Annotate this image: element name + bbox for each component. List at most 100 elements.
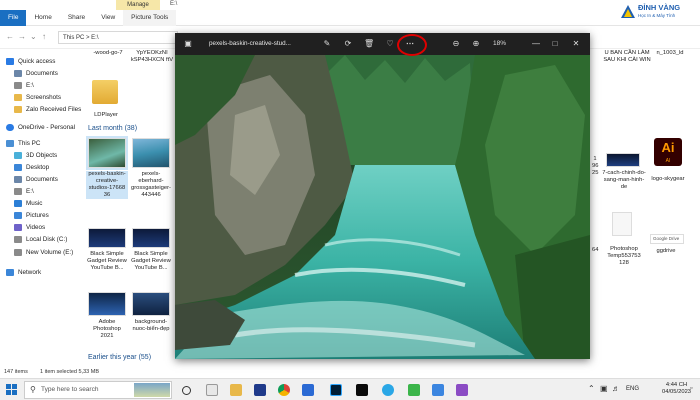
network-tray-icon[interactable]: ▣	[600, 384, 608, 393]
sidebar-item-screenshots[interactable]: Screenshots	[14, 92, 61, 103]
file-icon[interactable]	[612, 212, 632, 236]
chevron-up-icon[interactable]: ⌃	[588, 384, 595, 393]
favorite-heart-icon[interactable]: ♡	[385, 39, 395, 49]
app-icon[interactable]	[382, 384, 394, 396]
file-caption[interactable]: YpYEOKzNI kSP43HXCN ftV	[130, 50, 174, 64]
app-icon[interactable]	[456, 384, 468, 396]
forward-arrow-icon[interactable]: →	[18, 32, 26, 41]
sidebar-item-pictures[interactable]: Pictures	[14, 210, 49, 221]
logo-name: ĐỈNH VÀNG	[638, 3, 681, 12]
group-header-last-month[interactable]: Last month (38)	[88, 125, 137, 132]
minimize-icon[interactable]: —	[531, 39, 541, 49]
sidebar-item-desktop[interactable]: Desktop	[14, 162, 49, 173]
sidebar-item-music[interactable]: Music	[14, 198, 42, 209]
folder-icon[interactable]	[92, 80, 118, 104]
folder-caption[interactable]: LDPlayer	[84, 112, 128, 119]
taskbar: Type here to search ⚲ ⌃ ▣ ♬ ENG 4:44 CH …	[0, 378, 700, 400]
maximize-icon[interactable]: □	[550, 39, 560, 49]
file-caption[interactable]: Black Simple Gadget Review YouTube B...	[130, 251, 172, 272]
sidebar-item-e-drive[interactable]: E:\	[14, 80, 34, 91]
desktop-icon	[14, 164, 22, 171]
language-indicator[interactable]: ENG	[626, 386, 639, 392]
photoshop-icon[interactable]	[330, 384, 342, 396]
sidebar-item-label: E:\	[26, 82, 34, 89]
tab-share[interactable]: Share	[60, 10, 93, 26]
capcut-icon[interactable]	[356, 384, 368, 396]
chevron-down-icon[interactable]: ⌄	[30, 32, 37, 41]
chrome-icon[interactable]	[278, 384, 290, 396]
app-icon[interactable]	[408, 384, 420, 396]
sidebar-item-label: Local Disk (C:)	[26, 236, 68, 243]
file-caption[interactable]: Adobe Photoshop 2021	[86, 319, 128, 340]
sidebar-item-videos[interactable]: Videos	[14, 222, 45, 233]
close-icon[interactable]: ✕	[571, 39, 581, 49]
drive-icon	[14, 82, 22, 89]
sidebar-item-quick-access[interactable]: Quick access	[6, 56, 55, 67]
tab-picture-tools[interactable]: Picture Tools	[123, 10, 177, 26]
navigation-pane: Quick access Documents E:\ Screenshots Z…	[0, 50, 82, 368]
file-caption[interactable]: logo-skygear	[648, 176, 688, 183]
image-thumbnail[interactable]	[88, 228, 126, 248]
file-caption[interactable]: Black Simple Gadget Review YouTube B...	[86, 251, 128, 272]
cube-icon	[14, 152, 22, 159]
tab-view[interactable]: View	[93, 10, 123, 26]
brand-logo: ĐỈNH VÀNG Học In & Máy Tính	[620, 2, 696, 22]
illustrator-file-icon[interactable]: Ai AI	[654, 138, 682, 166]
file-caption[interactable]: pexels-baskin-creative-studios-17668 36	[86, 171, 128, 199]
back-arrow-icon[interactable]: ←	[6, 32, 14, 41]
photos-app-icon[interactable]	[432, 384, 444, 396]
file-caption[interactable]: U BAN CẦN LÀM SAU KHI CÀI WIN	[602, 50, 652, 64]
up-arrow-icon[interactable]: ↑	[42, 32, 46, 41]
gallery-icon[interactable]: ▣	[183, 39, 193, 49]
file-caption[interactable]: n_1003_ld	[650, 50, 690, 57]
manage-tab[interactable]: Manage	[116, 0, 160, 10]
image-thumbnail[interactable]	[606, 153, 640, 167]
volume-icon[interactable]: ♬	[612, 384, 620, 393]
zalo-icon[interactable]	[302, 384, 314, 396]
sidebar-item-documents-pc[interactable]: Documents	[14, 174, 58, 185]
clock[interactable]: 4:44 CH 04/05/2023	[662, 382, 691, 396]
image-thumbnail[interactable]	[132, 138, 170, 168]
image-thumbnail[interactable]	[86, 136, 128, 170]
sidebar-item-onedrive[interactable]: OneDrive - Personal	[6, 122, 75, 133]
clock-date: 04/05/2023	[662, 389, 692, 395]
sidebar-item-3d-objects[interactable]: 3D Objects	[14, 150, 57, 161]
sidebar-item-documents[interactable]: Documents	[14, 68, 58, 79]
photos-viewer-window: ▣ pexels-baskin-creative-stud... ✎ ⟳ 🗑 ♡…	[175, 33, 590, 359]
file-caption[interactable]: ggdrive	[646, 248, 686, 255]
zoom-out-icon[interactable]: ⊖	[451, 39, 461, 49]
status-bar: 147 items 1 item selected 5,33 MB	[0, 368, 700, 378]
windows-start-icon[interactable]	[6, 384, 17, 395]
file-caption[interactable]: background-nuoc-biển-đẹp	[130, 319, 172, 333]
group-header-earlier[interactable]: Earlier this year (55)	[88, 354, 151, 361]
tab-file[interactable]: File	[0, 10, 27, 26]
partial-caption: 25	[592, 170, 599, 176]
word-icon[interactable]	[254, 384, 266, 396]
notifications-icon[interactable]: ▫	[690, 385, 692, 392]
google-drive-thumb[interactable]: Google Drive	[650, 234, 684, 244]
file-caption[interactable]: pexels-eberhard-grossgasteiger-443446	[130, 171, 172, 199]
sidebar-item-local-disk[interactable]: Local Disk (C:)	[14, 234, 67, 245]
sidebar-item-e-drive-pc[interactable]: E:\	[14, 186, 34, 197]
file-caption[interactable]: -wood-go-7	[88, 50, 128, 57]
edit-image-icon[interactable]: ✎	[322, 39, 332, 49]
file-caption[interactable]: Photoshop Temp553753 128	[602, 246, 646, 267]
sidebar-item-network[interactable]: Network	[6, 267, 41, 278]
delete-icon[interactable]: 🗑	[364, 39, 374, 49]
task-view-icon[interactable]	[182, 386, 191, 395]
address-bar[interactable]: This PC > E:\	[58, 31, 178, 44]
image-thumbnail[interactable]	[88, 292, 126, 316]
image-thumbnail[interactable]	[132, 292, 170, 316]
zoom-in-icon[interactable]: ⊕	[471, 39, 481, 49]
sidebar-item-zalo[interactable]: Zalo Received Files	[14, 104, 81, 115]
sidebar-item-this-pc[interactable]: This PC	[6, 138, 40, 149]
file-caption[interactable]: 7-cach-chinh-do-sang-man-hinh-de	[602, 170, 646, 191]
task-switcher-icon[interactable]	[206, 384, 218, 396]
sidebar-item-new-volume[interactable]: New Volume (E:)	[14, 247, 73, 258]
file-explorer-icon[interactable]	[230, 384, 242, 396]
tab-home[interactable]: Home	[26, 10, 59, 26]
image-thumbnail[interactable]	[132, 228, 170, 248]
search-highlight-image[interactable]	[134, 383, 170, 397]
rotate-icon[interactable]: ⟳	[343, 39, 353, 49]
title-bar: Manage E:\	[0, 0, 700, 10]
